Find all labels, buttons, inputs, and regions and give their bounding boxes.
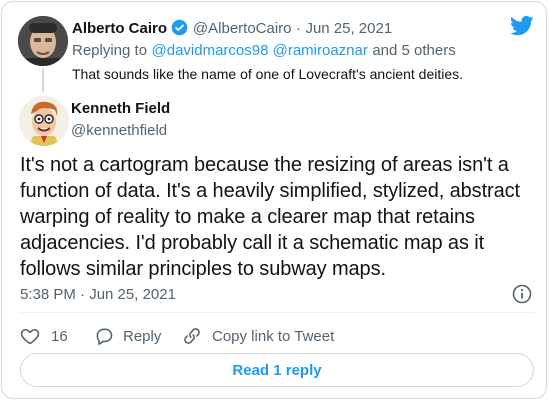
divider — [20, 312, 534, 313]
twitter-bird-icon[interactable] — [510, 16, 534, 41]
parent-tweet-text: That sounds like the name of one of Love… — [72, 66, 464, 82]
reply-icon — [94, 326, 114, 346]
like-count: 16 — [51, 327, 68, 345]
parent-tweet-date[interactable]: Jun 25, 2021 — [305, 20, 392, 37]
read-replies-label: Read 1 reply — [232, 361, 322, 379]
replying-to-line: Replying to @davidmarcos98 @ramiroaznar … — [72, 42, 456, 60]
reply-button[interactable]: Reply — [94, 320, 161, 352]
parent-author-avatar[interactable] — [18, 16, 68, 66]
parent-author-name[interactable]: Alberto Cairo — [72, 20, 167, 37]
info-icon[interactable] — [512, 284, 532, 309]
reply-label: Reply — [123, 327, 162, 345]
author-handle[interactable]: @kennethfield — [71, 122, 167, 139]
read-replies-button[interactable]: Read 1 reply — [20, 353, 534, 387]
copy-link-label: Copy link to Tweet — [212, 327, 335, 345]
verified-badge-icon — [171, 19, 188, 41]
thread-connector-line — [42, 68, 44, 92]
parent-author-handle[interactable]: @AlbertoCairo — [193, 20, 292, 37]
replying-suffix[interactable]: and 5 others — [372, 42, 455, 59]
parent-tweet-header: Alberto Cairo @AlbertoCairo · Jun 25, 20… — [72, 19, 392, 41]
author-avatar[interactable] — [19, 96, 69, 146]
header-separator: · — [295, 20, 301, 37]
heart-icon — [20, 326, 40, 346]
tweet-text: It's not a cartogram because the resizin… — [20, 154, 520, 280]
like-button[interactable]: 16 — [20, 320, 68, 352]
replying-to-users[interactable]: @davidmarcos98 @ramiroaznar — [152, 42, 368, 59]
tweet-timestamp[interactable]: 5:38 PM · Jun 25, 2021 — [20, 286, 176, 303]
replying-prefix: Replying to — [72, 42, 148, 59]
author-name[interactable]: Kenneth Field — [71, 100, 170, 117]
tweet-embed-card: Alberto Cairo @AlbertoCairo · Jun 25, 20… — [1, 1, 547, 399]
link-icon — [182, 326, 202, 346]
copy-link-button[interactable]: Copy link to Tweet — [182, 320, 334, 352]
